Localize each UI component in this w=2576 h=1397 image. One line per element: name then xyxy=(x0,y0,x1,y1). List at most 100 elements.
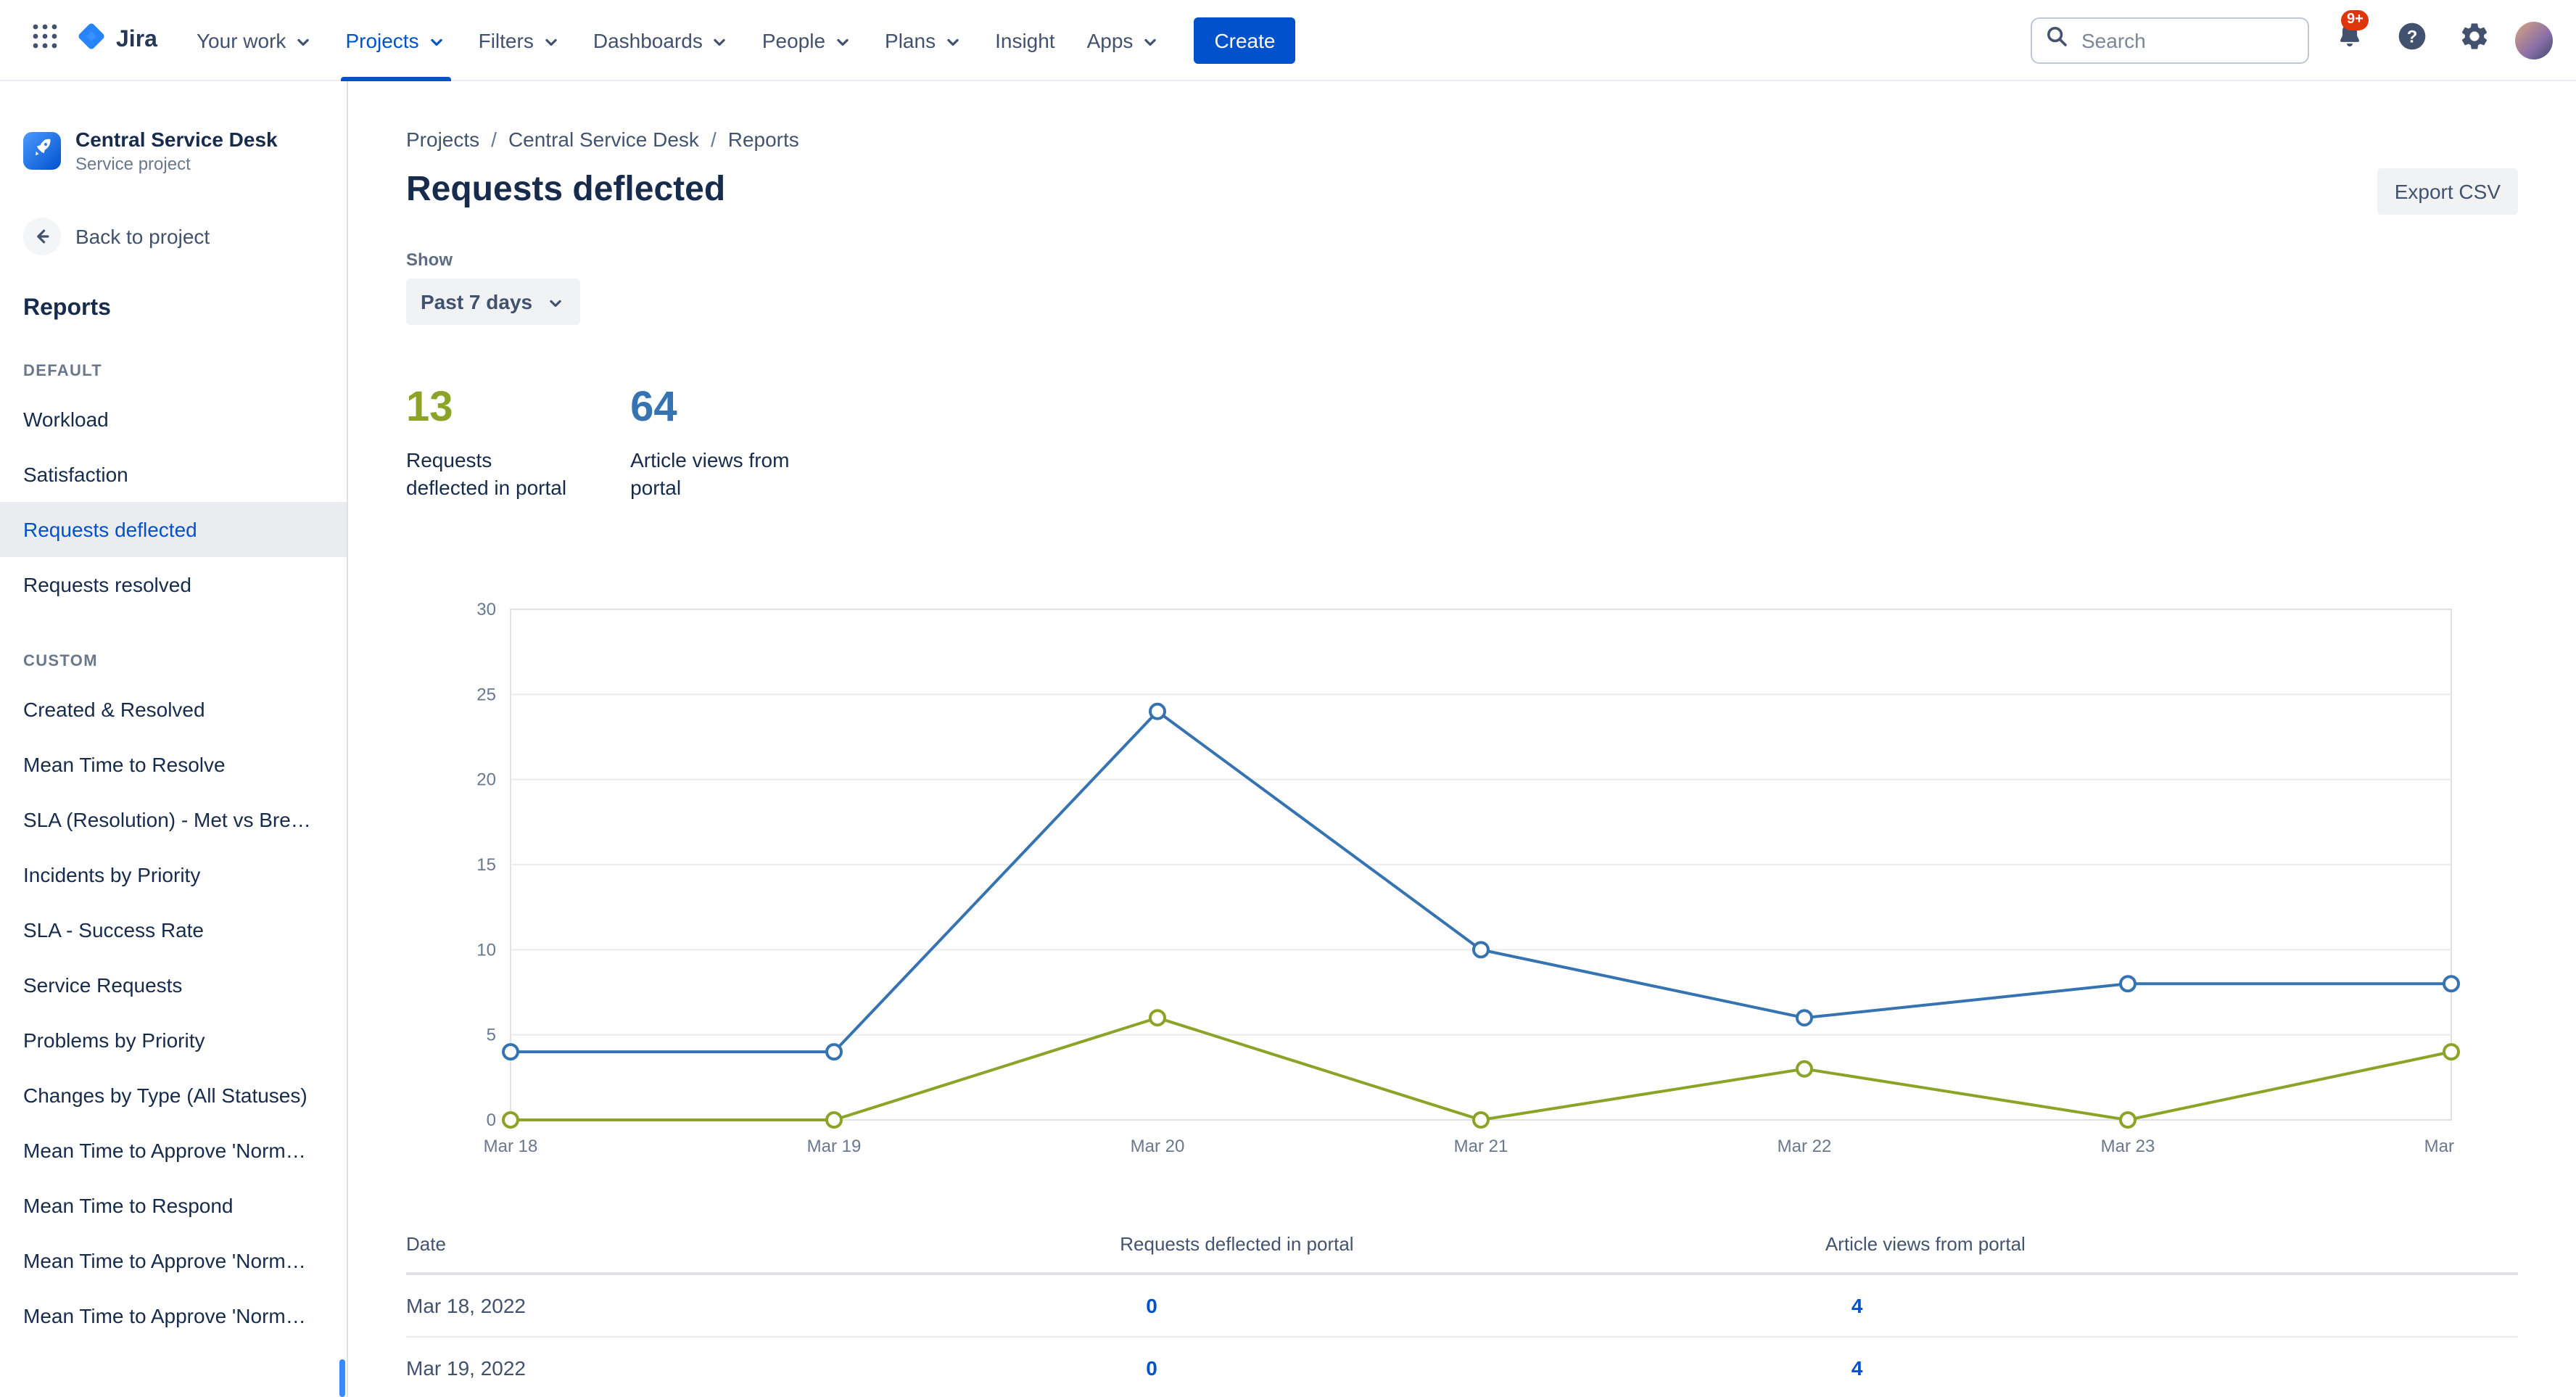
table-row: Mar 18, 2022 0 4 xyxy=(406,1274,2518,1338)
breadcrumb-link-projects[interactable]: Projects xyxy=(406,128,479,151)
chevron-down-icon xyxy=(710,31,730,51)
app-switcher-icon xyxy=(30,22,59,58)
sidebar-item-workload[interactable]: Workload xyxy=(0,392,347,447)
nav-item-label: Insight xyxy=(995,28,1055,51)
svg-text:Mar 22: Mar 22 xyxy=(1778,1137,1832,1156)
nav-item-projects[interactable]: Projects xyxy=(329,0,462,81)
help-button[interactable]: ? xyxy=(2390,18,2434,62)
sidebar-item-mean-time-to-approve-norm[interactable]: Mean Time to Approve 'Norm… xyxy=(0,1123,347,1178)
chevron-down-icon xyxy=(541,31,561,51)
sidebar-item-changes-by-type-all-statuses[interactable]: Changes by Type (All Statuses) xyxy=(0,1068,347,1123)
line-chart-svg: 0 5 10 15 20 25 30 Mar 18 Mar 19 Mar 20 Mar 21 Mar … xyxy=(476,600,2460,1156)
stat-article-views-from-portal: 64 Article views from portal xyxy=(630,383,789,502)
stat-value: 64 xyxy=(630,384,677,431)
breadcrumb-separator: / xyxy=(491,128,497,151)
notifications-button[interactable]: 9+ xyxy=(2328,9,2371,62)
jira-logo[interactable]: Jira xyxy=(75,20,157,59)
stat-requests-deflected-in-portal: 13 Requests deflected in portal xyxy=(406,383,566,502)
chevron-down-icon xyxy=(293,31,313,51)
sidebar-scrollbar[interactable] xyxy=(339,1359,345,1397)
nav-item-dashboards[interactable]: Dashboards xyxy=(577,0,746,81)
notifications-badge: 9+ xyxy=(2341,9,2369,30)
sidebar-item-mean-time-to-approve-norm[interactable]: Mean Time to Approve 'Norm… xyxy=(0,1288,347,1343)
stat-label: Article views from portal xyxy=(630,448,790,499)
sidebar-item-created-resolved[interactable]: Created & Resolved xyxy=(0,682,347,737)
nav-item-label: Dashboards xyxy=(593,28,703,51)
chevron-down-icon xyxy=(833,31,853,51)
date-range-value: Past 7 days xyxy=(421,290,533,313)
chevron-down-icon xyxy=(545,293,566,313)
project-titles: Central Service Desk Service project xyxy=(75,128,278,174)
sidebar-item-service-requests[interactable]: Service Requests xyxy=(0,957,347,1013)
table-head: Date Requests deflected in portal Article … xyxy=(406,1219,2518,1275)
table-date: Mar 18, 2022 xyxy=(406,1274,1120,1338)
nav-item-label: Plans xyxy=(885,28,936,51)
back-to-project-label: Back to project xyxy=(75,225,210,248)
svg-text:25: 25 xyxy=(476,685,496,704)
chevron-down-icon xyxy=(1140,31,1160,51)
back-to-project[interactable]: Back to project xyxy=(0,218,347,255)
search-input[interactable] xyxy=(2078,27,2295,53)
summary-stats: 13 Requests deflected in portal 64 Article v… xyxy=(406,383,2518,502)
table-value-link[interactable]: 4 xyxy=(1852,1356,1863,1380)
nav-item-filters[interactable]: Filters xyxy=(463,0,577,81)
breadcrumb: Projects / Central Service Desk / Reports xyxy=(406,128,2518,151)
sidebar-item-requests-resolved[interactable]: Requests resolved xyxy=(0,557,347,612)
search-box[interactable] xyxy=(2031,17,2309,63)
nav-item-insight[interactable]: Insight xyxy=(979,0,1071,81)
project-avatar xyxy=(23,132,61,170)
sidebar-item-sla-success-rate[interactable]: SLA - Success Rate xyxy=(0,902,347,957)
sidebar-item-problems-by-priority[interactable]: Problems by Priority xyxy=(0,1013,347,1068)
sidebar-item-mean-time-to-respond[interactable]: Mean Time to Respond xyxy=(0,1178,347,1233)
sidebar-item-satisfaction[interactable]: Satisfaction xyxy=(0,447,347,502)
page-header: Requests deflected Export CSV xyxy=(406,168,2518,215)
breadcrumb-link-reports[interactable]: Reports xyxy=(728,128,799,151)
sidebar-item-requests-deflected[interactable]: Requests deflected xyxy=(0,502,347,557)
nav-item-apps[interactable]: Apps xyxy=(1071,0,1177,81)
breadcrumb-link-central-service-desk[interactable]: Central Service Desk xyxy=(508,128,699,151)
gear-icon xyxy=(2459,20,2490,59)
svg-text:0: 0 xyxy=(487,1110,496,1130)
table-value-link[interactable]: 4 xyxy=(1852,1294,1863,1317)
chevron-down-icon xyxy=(943,31,963,51)
sidebar-item-incidents-by-priority[interactable]: Incidents by Priority xyxy=(0,847,347,902)
sidebar-item-mean-time-to-resolve[interactable]: Mean Time to Resolve xyxy=(0,737,347,792)
report-groups: DEFAULT Workload Satisfaction Requests defl… xyxy=(0,363,347,1343)
nav-item-label: Projects xyxy=(345,28,419,51)
show-label: Show xyxy=(406,250,453,270)
date-range-dropdown[interactable]: Past 7 days xyxy=(406,279,581,325)
svg-text:Mar 24: Mar 24 xyxy=(2424,1137,2460,1156)
nav-item-your-work[interactable]: Your work xyxy=(181,0,330,81)
svg-text:20: 20 xyxy=(476,770,496,790)
table-value-link[interactable]: 0 xyxy=(1146,1356,1157,1380)
svg-text:15: 15 xyxy=(476,855,496,875)
nav-item-people[interactable]: People xyxy=(746,0,869,81)
app-switcher-button[interactable] xyxy=(23,18,67,62)
table-header-date: Date xyxy=(406,1219,1120,1275)
export-csv-button[interactable]: Export CSV xyxy=(2377,168,2518,215)
jira-app: Jira Your work Projects Filters Dashboards P… xyxy=(0,0,2576,1397)
table-value-cell: 4 xyxy=(1825,1337,2518,1397)
stat-value: 13 xyxy=(406,384,453,431)
sidebar-title: Reports xyxy=(23,296,111,321)
nav-item-label: Apps xyxy=(1086,28,1134,51)
sidebar-item-sla-resolution-met-vs-bre[interactable]: SLA (Resolution) - Met vs Bre… xyxy=(0,792,347,847)
create-button[interactable]: Create xyxy=(1194,17,1296,63)
main-content: Projects / Central Service Desk / Reports Re… xyxy=(348,81,2576,1397)
table-body: Mar 18, 2022 0 4 Mar 19, 2022 0 4 xyxy=(406,1274,2518,1397)
sidebar-item-mean-time-to-approve-norm[interactable]: Mean Time to Approve 'Norm… xyxy=(0,1233,347,1288)
nav-item-label: People xyxy=(761,28,826,51)
table-value-link[interactable]: 0 xyxy=(1146,1294,1157,1317)
nav-item-plans[interactable]: Plans xyxy=(869,0,979,81)
top-navigation: Jira Your work Projects Filters Dashboards P… xyxy=(0,0,2576,81)
project-header: Central Service Desk Service project xyxy=(0,128,347,174)
table-value-cell: 0 xyxy=(1120,1274,1825,1338)
user-avatar[interactable] xyxy=(2515,21,2553,59)
svg-text:Mar 19: Mar 19 xyxy=(807,1137,862,1156)
project-sidebar: Central Service Desk Service project Bac… xyxy=(0,81,348,1397)
page-title: Requests deflected xyxy=(406,170,726,209)
question-circle-icon: ? xyxy=(2396,20,2428,59)
back-arrow-icon xyxy=(23,218,61,255)
settings-button[interactable] xyxy=(2453,18,2496,62)
svg-text:Mar 23: Mar 23 xyxy=(2101,1137,2155,1156)
